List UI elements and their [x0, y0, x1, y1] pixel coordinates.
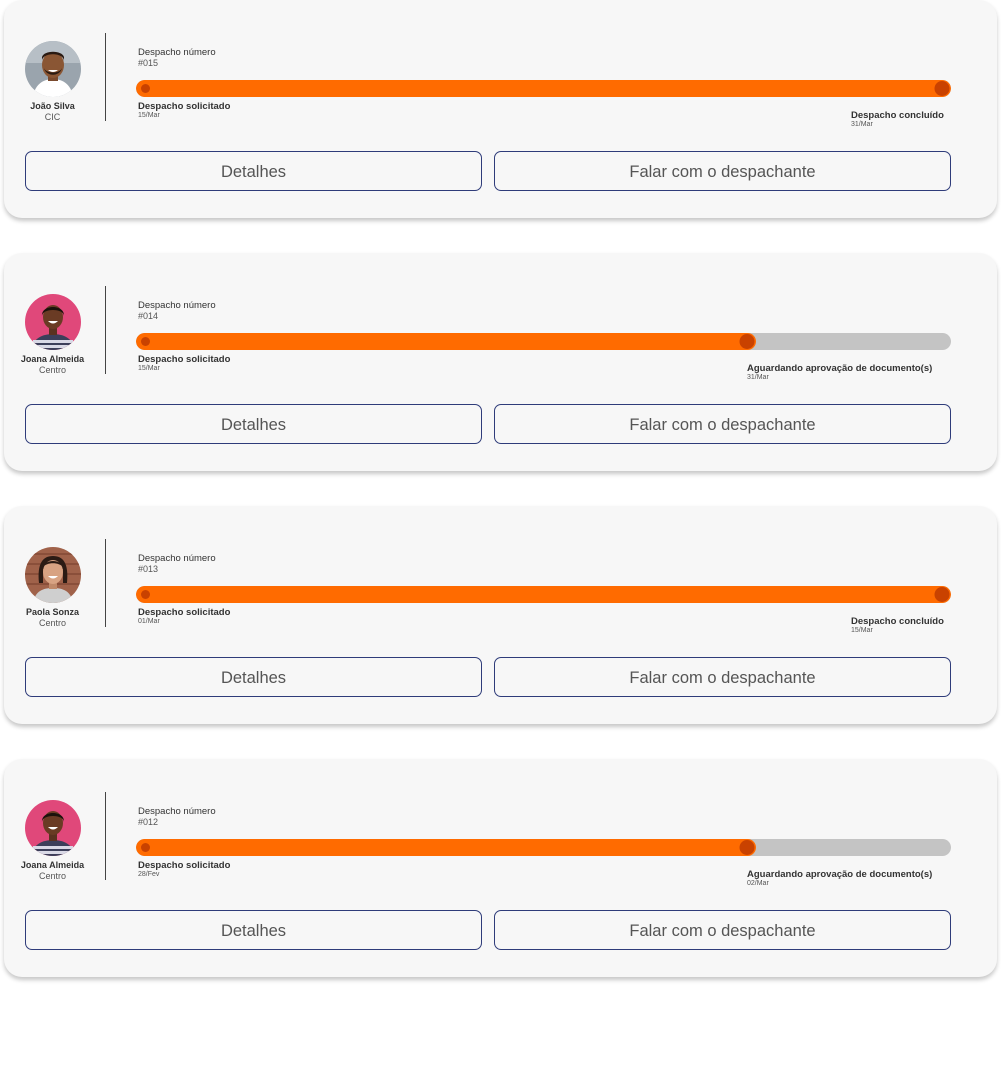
person-name: João Silva	[30, 101, 75, 111]
divider	[105, 33, 106, 121]
progress-track	[136, 333, 951, 350]
person-location: Centro	[38, 365, 66, 375]
shipment-number-label: Despacho número	[138, 300, 216, 311]
start-status-label: Despacho solicitado	[138, 101, 231, 112]
progress-end-dot	[934, 81, 950, 96]
progress-end-dot	[934, 587, 950, 602]
progress-track	[136, 80, 951, 97]
details-button[interactable]: Detalhes	[25, 404, 482, 444]
shipment-number-label: Despacho número	[138, 553, 216, 564]
progress-fill	[136, 839, 756, 856]
person-name: Joana Almeida	[20, 860, 85, 870]
end-status-date: 31/Mar	[851, 121, 873, 128]
shipment-card: João Silva CIC Despacho número #015 Desp…	[4, 0, 997, 218]
details-button[interactable]: Detalhes	[25, 151, 482, 191]
shipment-card: Paola Sonza Centro Despacho número #013 …	[4, 506, 997, 724]
shipment-number: #014	[138, 311, 159, 321]
avatar	[25, 547, 81, 603]
divider	[105, 539, 106, 627]
person-name: Paola Sonza	[25, 607, 79, 617]
end-status-label: Despacho concluído	[851, 616, 944, 627]
start-status-date: 01/Mar	[138, 618, 160, 625]
divider	[105, 286, 106, 374]
progress-end-dot	[739, 840, 755, 855]
details-button[interactable]: Detalhes	[25, 657, 482, 697]
progress-end-dot	[739, 334, 755, 349]
shipment-number-label: Despacho número	[138, 806, 216, 817]
shipment-card: Joana Almeida Centro Despacho número #01…	[4, 253, 997, 471]
start-status-label: Despacho solicitado	[138, 354, 231, 365]
start-status-date: 28/Fev	[138, 871, 160, 878]
progress-track	[136, 839, 951, 856]
start-status-date: 15/Mar	[138, 365, 160, 372]
end-status-date: 15/Mar	[851, 627, 873, 634]
person-name: Joana Almeida	[20, 354, 85, 364]
start-status-date: 15/Mar	[138, 112, 160, 119]
progress-start-dot	[141, 337, 150, 346]
start-status-label: Despacho solicitado	[138, 607, 231, 618]
person-location: Centro	[38, 871, 66, 881]
contact-dispatcher-button[interactable]: Falar com o despachante	[494, 657, 951, 697]
shipment-card: Joana Almeida Centro Despacho número #01…	[4, 759, 997, 977]
end-status-label: Aguardando aprovação de documento(s)	[747, 869, 933, 880]
shipment-number: #013	[138, 564, 159, 574]
contact-dispatcher-button[interactable]: Falar com o despachante	[494, 404, 951, 444]
avatar	[25, 800, 81, 856]
person-location: Centro	[38, 618, 66, 628]
end-status-label: Despacho concluído	[851, 110, 944, 121]
avatar	[25, 294, 81, 350]
shipment-number: #015	[138, 58, 159, 68]
shipment-number: #012	[138, 817, 159, 827]
end-status-date: 02/Mar	[747, 880, 769, 887]
progress-track	[136, 586, 951, 603]
end-status-label: Aguardando aprovação de documento(s)	[747, 363, 933, 374]
progress-start-dot	[141, 843, 150, 852]
progress-fill	[136, 586, 951, 603]
avatar	[25, 41, 81, 97]
contact-dispatcher-button[interactable]: Falar com o despachante	[494, 151, 951, 191]
start-status-label: Despacho solicitado	[138, 860, 231, 871]
progress-fill	[136, 333, 756, 350]
contact-dispatcher-button[interactable]: Falar com o despachante	[494, 910, 951, 950]
divider	[105, 792, 106, 880]
details-button[interactable]: Detalhes	[25, 910, 482, 950]
progress-start-dot	[141, 590, 150, 599]
person-location: CIC	[44, 112, 61, 122]
end-status-date: 31/Mar	[747, 374, 769, 381]
shipment-number-label: Despacho número	[138, 47, 216, 58]
progress-fill	[136, 80, 951, 97]
progress-start-dot	[141, 84, 150, 93]
